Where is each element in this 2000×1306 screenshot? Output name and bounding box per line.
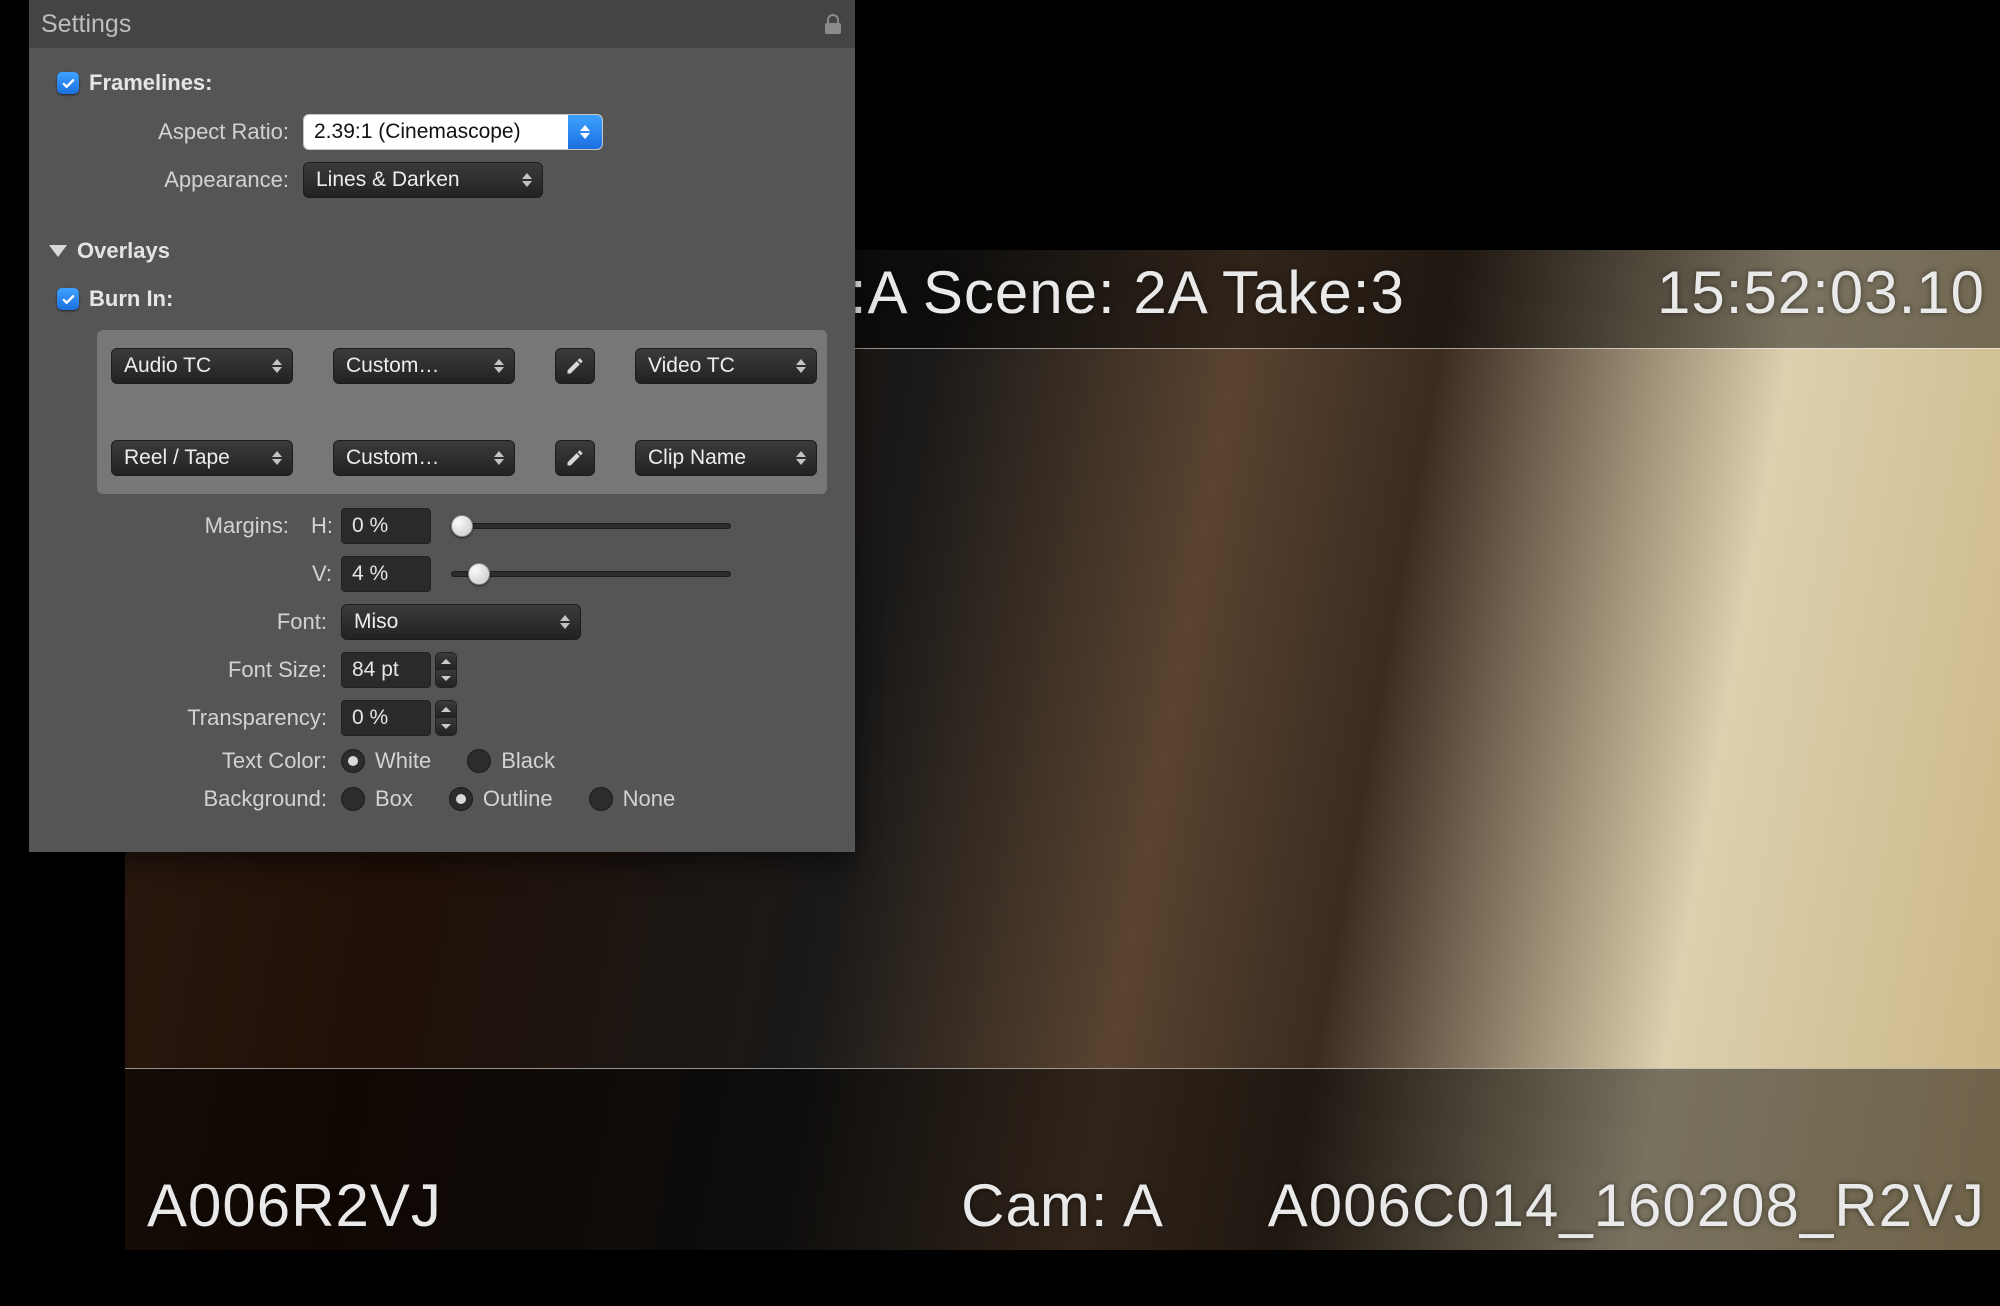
background-label: Background:: [57, 786, 341, 812]
framelines-label: Framelines:: [89, 70, 213, 96]
framelines-checkbox[interactable]: [57, 72, 79, 94]
burnin-bottom-right: A006C014_160208_R2VJ: [1268, 1171, 1985, 1240]
background-outline-radio[interactable]: [449, 787, 473, 811]
font-value: Miso: [354, 610, 398, 634]
framelines-section: Framelines: Aspect Ratio: 2.39:1 (Cinema…: [29, 48, 855, 224]
burnin-grid: Audio TC Custom… Video TC Reel / Tape: [97, 330, 827, 494]
font-label: Font:: [57, 609, 341, 635]
burnin-bottom-right-value: Clip Name: [648, 446, 746, 470]
background-box-radio[interactable]: [341, 787, 365, 811]
burnin-bottom-left-value: Reel / Tape: [124, 446, 230, 470]
font-size-stepper[interactable]: [435, 652, 457, 688]
burnin-top-right: 15:52:03.10: [1657, 258, 1985, 327]
disclosure-triangle-icon: [49, 245, 67, 257]
chevron-updown-icon: [272, 451, 282, 465]
font-select[interactable]: Miso: [341, 604, 581, 640]
burnin-bottom-left-select[interactable]: Reel / Tape: [111, 440, 293, 476]
text-color-black-radio[interactable]: [467, 749, 491, 773]
burnin-bottom-center-select[interactable]: Custom…: [333, 440, 515, 476]
background-none-radio[interactable]: [589, 787, 613, 811]
margin-v-label: V:: [303, 561, 341, 587]
text-color-white-label: White: [375, 748, 431, 774]
chevron-updown-icon: [568, 115, 602, 149]
burnin-section: Burn In: Audio TC Custom… Video TC: [29, 272, 855, 852]
burnin-bottom-center-value: Custom…: [346, 446, 439, 470]
chevron-updown-icon: [494, 359, 504, 373]
burnin-bottom-right-select[interactable]: Clip Name: [635, 440, 817, 476]
background-box-label: Box: [375, 786, 413, 812]
burnin-top-center-select[interactable]: Custom…: [333, 348, 515, 384]
burnin-label: Burn In:: [89, 286, 173, 312]
margin-h-slider[interactable]: [451, 508, 731, 544]
burnin-top-right-select[interactable]: Video TC: [635, 348, 817, 384]
transparency-stepper[interactable]: [435, 700, 457, 736]
burnin-top-left-value: Audio TC: [124, 354, 211, 378]
burnin-top-center-value: Custom…: [346, 354, 439, 378]
margins-label: Margins:: [57, 513, 303, 539]
appearance-value: Lines & Darken: [316, 168, 460, 192]
burnin-checkbox[interactable]: [57, 288, 79, 310]
chevron-updown-icon: [494, 451, 504, 465]
chevron-updown-icon: [560, 615, 570, 629]
frameline-bottom: [125, 1068, 2000, 1069]
margin-v-input[interactable]: 4 %: [341, 556, 431, 592]
transparency-label: Transparency:: [57, 705, 341, 731]
transparency-input[interactable]: 0 %: [341, 700, 431, 736]
chevron-updown-icon: [522, 173, 532, 187]
margin-h-input[interactable]: 0 %: [341, 508, 431, 544]
margin-h-label: H:: [303, 513, 341, 539]
margin-v-slider[interactable]: [451, 556, 731, 592]
chevron-updown-icon: [796, 359, 806, 373]
settings-header: Settings: [29, 0, 855, 48]
aspect-ratio-label: Aspect Ratio:: [57, 119, 303, 145]
aspect-ratio-value: 2.39:1 (Cinemascope): [304, 115, 568, 149]
burnin-top-left-select[interactable]: Audio TC: [111, 348, 293, 384]
chevron-updown-icon: [796, 451, 806, 465]
font-size-label: Font Size:: [57, 657, 341, 683]
burnin-top-center-edit-button[interactable]: [555, 348, 595, 384]
chevron-updown-icon: [272, 359, 282, 373]
aspect-ratio-select[interactable]: 2.39:1 (Cinemascope): [303, 114, 603, 150]
appearance-select[interactable]: Lines & Darken: [303, 162, 543, 198]
text-color-white-radio[interactable]: [341, 749, 365, 773]
settings-panel: Settings Framelines: Aspect Ratio: 2.39:…: [29, 0, 855, 852]
background-outline-label: Outline: [483, 786, 553, 812]
font-size-input[interactable]: 84 pt: [341, 652, 431, 688]
text-color-black-label: Black: [501, 748, 555, 774]
text-color-label: Text Color:: [57, 748, 341, 774]
burnin-bottom-center-edit-button[interactable]: [555, 440, 595, 476]
burnin-bottom-left: A006R2VJ: [147, 1171, 442, 1240]
settings-title: Settings: [41, 10, 131, 39]
lock-icon[interactable]: [825, 14, 841, 34]
burnin-bottom-center: Cam: A: [961, 1171, 1164, 1240]
background-none-label: None: [623, 786, 676, 812]
appearance-label: Appearance:: [57, 167, 303, 193]
burnin-top-right-value: Video TC: [648, 354, 735, 378]
overlays-disclosure[interactable]: Overlays: [29, 224, 855, 272]
overlays-label: Overlays: [77, 238, 170, 264]
